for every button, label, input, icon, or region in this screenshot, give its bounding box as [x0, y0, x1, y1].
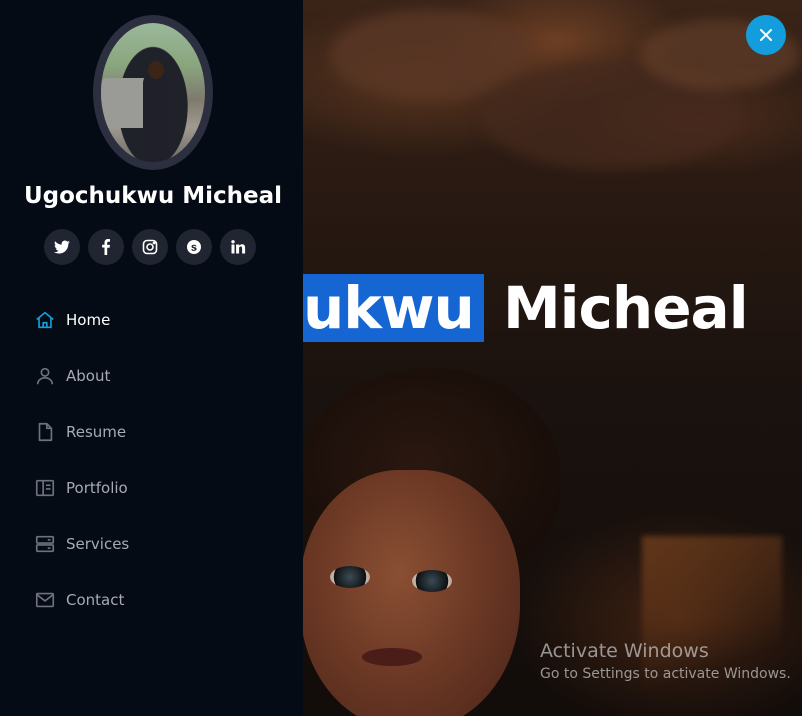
- nav-item-home[interactable]: Home: [34, 292, 129, 348]
- nav-item-label: Services: [66, 535, 130, 553]
- skype-link[interactable]: [176, 229, 212, 265]
- avatar-photo-person: [143, 73, 169, 162]
- facebook-link[interactable]: [88, 229, 124, 265]
- nav-item-label: Contact: [66, 591, 125, 609]
- nav-item-contact[interactable]: Contact: [34, 572, 129, 628]
- hero-title: ukwu Micheal: [303, 270, 749, 346]
- envelope-icon: [35, 592, 55, 608]
- sidebar: Ugochukwu Micheal Home About Resume Port…: [0, 0, 303, 716]
- hero-image-mouth: [362, 648, 422, 666]
- watermark-subtitle: Go to Settings to activate Windows.: [540, 666, 791, 682]
- server-icon: [35, 535, 55, 553]
- linkedin-link[interactable]: [220, 229, 256, 265]
- hero-image-face: [300, 470, 520, 716]
- nav-item-services[interactable]: Services: [34, 516, 129, 572]
- book-half-icon: [35, 479, 55, 497]
- nav-item-label: About: [66, 367, 111, 385]
- person-icon: [36, 367, 54, 385]
- nav-item-label: Portfolio: [66, 479, 128, 497]
- avatar-photo-head: [148, 61, 164, 79]
- facebook-icon: [102, 239, 110, 255]
- close-icon: [760, 29, 772, 41]
- twitter-link[interactable]: [44, 229, 80, 265]
- home-icon: [36, 311, 54, 329]
- hero-image-grass: [642, 536, 782, 716]
- hero-image-eye: [412, 570, 452, 592]
- close-menu-button[interactable]: [746, 15, 786, 55]
- nav-item-about[interactable]: About: [34, 348, 129, 404]
- social-links: [44, 229, 256, 265]
- hero-title-selected: ukwu: [303, 274, 484, 342]
- hero-image-eye: [330, 566, 370, 588]
- main-nav: Home About Resume Portfolio Services Con…: [34, 292, 129, 628]
- nav-item-label: Resume: [66, 423, 127, 441]
- twitter-icon: [54, 240, 70, 254]
- nav-item-label: Home: [66, 311, 111, 329]
- profile-name: Ugochukwu Micheal: [23, 183, 283, 209]
- windows-activation-watermark: Activate Windows Go to Settings to activ…: [540, 640, 791, 682]
- watermark-title: Activate Windows: [540, 640, 709, 662]
- nav-item-resume[interactable]: Resume: [34, 404, 129, 460]
- nav-item-portfolio[interactable]: Portfolio: [34, 460, 129, 516]
- instagram-link[interactable]: [132, 229, 168, 265]
- skype-icon: [187, 240, 201, 254]
- file-icon: [38, 422, 53, 442]
- avatar: [93, 15, 213, 170]
- hero-title-rest: Micheal: [483, 274, 749, 342]
- instagram-icon: [142, 239, 158, 255]
- linkedin-icon: [231, 240, 246, 254]
